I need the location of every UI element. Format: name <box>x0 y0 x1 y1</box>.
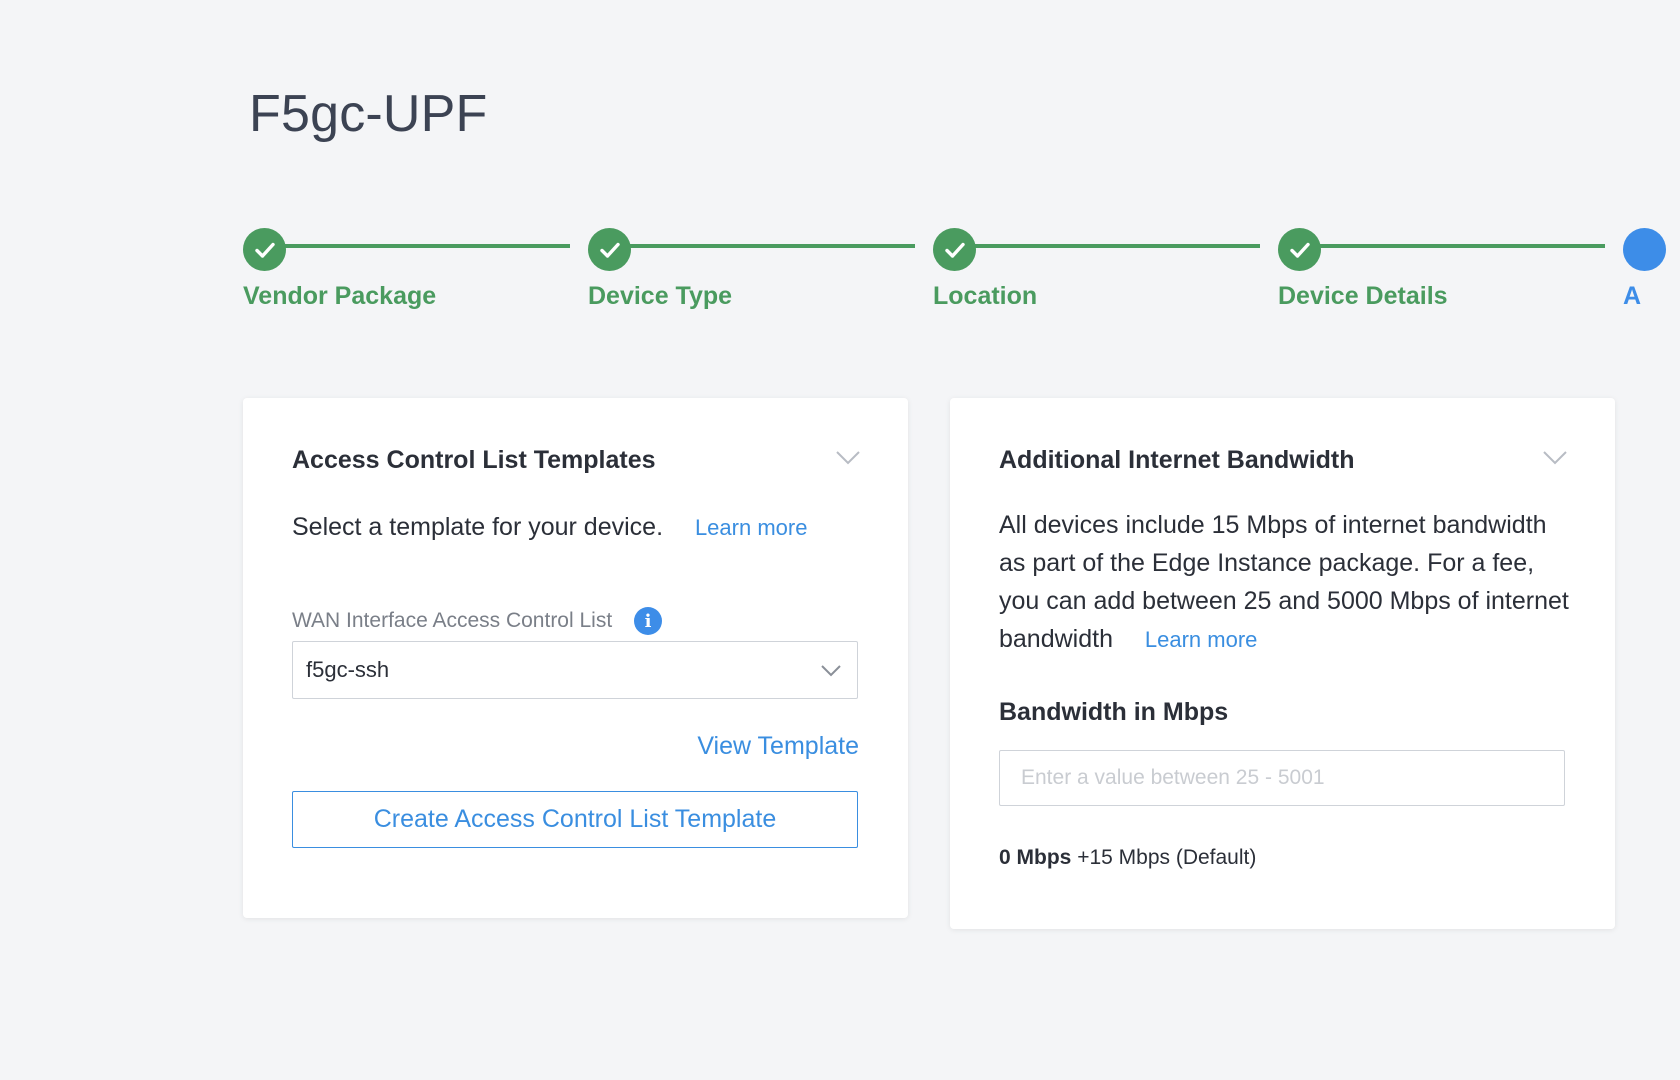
step-connector <box>285 244 570 248</box>
bandwidth-description: All devices include 15 Mbps of internet … <box>999 506 1569 659</box>
step-label-device-details[interactable]: Device Details <box>1278 280 1448 312</box>
step-vendor-package-check-icon[interactable] <box>243 228 286 271</box>
step-label-vendor-package[interactable]: Vendor Package <box>243 280 436 312</box>
acl-description: Select a template for your device. Learn… <box>292 508 807 547</box>
bandwidth-mbps-default: +15 Mbps (Default) <box>1077 846 1257 869</box>
page-root: F5gc-UPF Vendor Package Device Type Loca… <box>0 0 1680 1080</box>
check-icon <box>599 242 620 258</box>
collapse-chevron-icon[interactable] <box>834 448 862 468</box>
bandwidth-subheading: Bandwidth in Mbps <box>999 698 1229 726</box>
step-location-check-icon[interactable] <box>933 228 976 271</box>
bandwidth-summary: 0 Mbps +15 Mbps (Default) <box>999 844 1256 872</box>
wan-acl-selected-value: f5gc-ssh <box>306 657 390 682</box>
bandwidth-input[interactable] <box>999 750 1565 806</box>
bandwidth-card: Additional Internet Bandwidth All device… <box>950 398 1615 929</box>
step-connector <box>1320 244 1605 248</box>
wan-acl-select[interactable]: f5gc-ssh <box>292 641 858 699</box>
bandwidth-description-text: All devices include 15 Mbps of internet … <box>999 511 1569 653</box>
check-icon <box>944 242 965 258</box>
bandwidth-mbps-value: 0 Mbps <box>999 846 1072 869</box>
step-label-location[interactable]: Location <box>933 280 1037 312</box>
info-icon[interactable]: i <box>634 607 662 635</box>
create-acl-template-button[interactable]: Create Access Control List Template <box>292 791 858 848</box>
step-device-details-check-icon[interactable] <box>1278 228 1321 271</box>
step-connector <box>630 244 915 248</box>
acl-card-title: Access Control List Templates <box>292 446 656 474</box>
step-device-type-check-icon[interactable] <box>588 228 631 271</box>
bandwidth-learn-more-link[interactable]: Learn more <box>1145 627 1258 652</box>
check-icon <box>254 242 275 258</box>
check-icon <box>1289 242 1310 258</box>
step-connector <box>975 244 1260 248</box>
progress-stepper: Vendor Package Device Type Location Devi… <box>0 0 1680 340</box>
chevron-down-icon <box>817 662 845 682</box>
acl-description-text: Select a template for your device. <box>292 513 664 541</box>
bandwidth-card-title: Additional Internet Bandwidth <box>999 446 1355 474</box>
acl-learn-more-link[interactable]: Learn more <box>695 515 808 540</box>
wan-acl-field-label: WAN Interface Access Control List <box>292 609 613 632</box>
step-active-circle[interactable] <box>1623 228 1666 271</box>
step-label-device-type[interactable]: Device Type <box>588 280 732 312</box>
view-template-link[interactable]: View Template <box>697 730 859 762</box>
step-label-active[interactable]: A <box>1623 280 1641 312</box>
collapse-chevron-icon[interactable] <box>1541 448 1569 468</box>
acl-templates-card: Access Control List Templates Select a t… <box>243 398 908 918</box>
